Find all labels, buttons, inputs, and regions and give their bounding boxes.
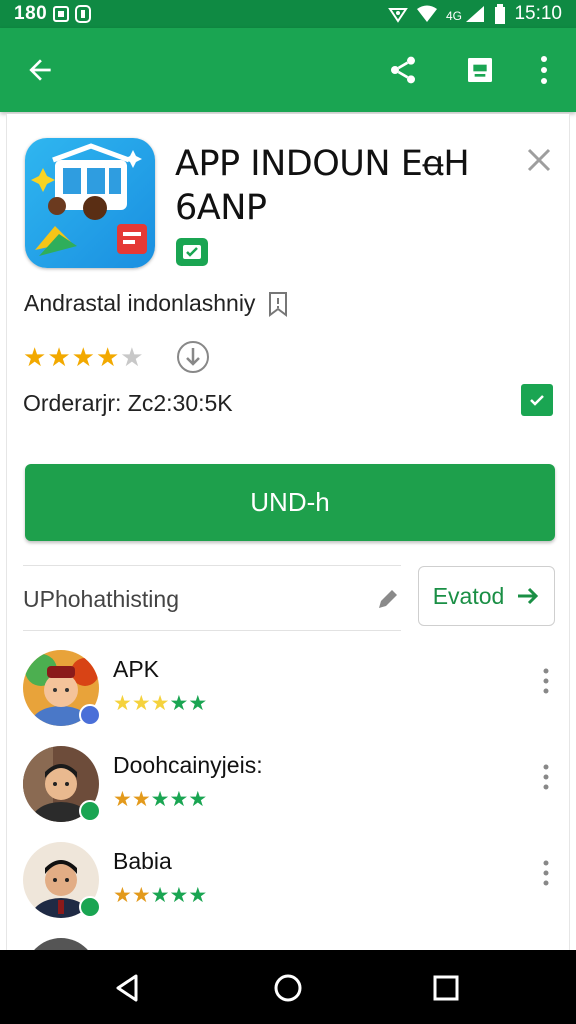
notification-icon bbox=[53, 6, 70, 22]
review-stars: ★ ★ ★ ★ ★ bbox=[113, 692, 207, 716]
check-icon bbox=[530, 395, 544, 406]
star-icon: ★ bbox=[113, 788, 132, 811]
vpn-icon bbox=[388, 8, 409, 23]
share-button[interactable] bbox=[381, 48, 425, 92]
sort-label: UPhohathisting bbox=[23, 585, 179, 612]
status-time: 15:10 bbox=[514, 3, 562, 24]
star-icon: ★ bbox=[131, 692, 151, 715]
star-icon: ★ bbox=[188, 788, 208, 811]
developer-row: Andrastal indonlashniy bbox=[24, 290, 289, 317]
back-button[interactable] bbox=[18, 48, 62, 92]
verified-check-icon bbox=[183, 245, 201, 259]
divider bbox=[23, 630, 401, 631]
divider bbox=[23, 565, 401, 566]
reviewer-avatar bbox=[25, 938, 97, 950]
more-vert-icon bbox=[541, 56, 547, 84]
review-item-partial bbox=[23, 938, 559, 950]
edit-pencil-icon[interactable] bbox=[375, 586, 401, 612]
rating-row: ★ ★ ★ ★ ★ bbox=[23, 340, 210, 374]
review-item[interactable]: APK ★ ★ ★ ★ ★ bbox=[23, 650, 559, 730]
star-icon: ★ bbox=[169, 692, 189, 715]
star-icon: ★ bbox=[150, 692, 170, 715]
star-icon: ★ bbox=[113, 692, 132, 715]
install-button[interactable]: UND-h bbox=[25, 464, 555, 541]
bookmark-button[interactable] bbox=[458, 48, 502, 92]
reviewer-badge bbox=[79, 896, 101, 918]
bookmark-icon bbox=[468, 58, 492, 82]
share-icon bbox=[391, 56, 415, 84]
more-options-button[interactable] bbox=[522, 48, 566, 92]
verified-badge bbox=[176, 238, 208, 266]
review-item[interactable]: Doohcainyjeis: ★ ★ ★ ★ ★ bbox=[23, 746, 559, 826]
reviewer-name: APK bbox=[113, 656, 160, 682]
rating-stars: ★ ★ ★ ★ ★ bbox=[23, 342, 144, 372]
nav-back-icon[interactable] bbox=[110, 970, 146, 1006]
close-icon bbox=[527, 148, 551, 172]
reviewer-badge bbox=[79, 704, 101, 726]
star-icon: ★ bbox=[113, 884, 132, 907]
review-item[interactable]: Babia ★ ★ ★ ★ ★ bbox=[23, 842, 559, 922]
star-filled-icon: ★ bbox=[95, 342, 120, 372]
status-right: 4G 15:10 bbox=[388, 3, 562, 25]
review-more-icon[interactable] bbox=[533, 666, 559, 696]
app-logo-icon bbox=[31, 143, 147, 256]
app-icon[interactable] bbox=[25, 138, 155, 268]
expand-reviews-label: Evatod bbox=[432, 582, 505, 609]
star-filled-icon: ★ bbox=[47, 342, 71, 372]
signal-icon: 4G bbox=[446, 6, 485, 23]
star-icon: ★ bbox=[188, 884, 208, 907]
app-title: APP INDOUN EꬰH 6ANP bbox=[175, 144, 470, 228]
download-icon[interactable] bbox=[176, 340, 210, 374]
star-icon: ★ bbox=[131, 884, 151, 907]
status-bar: 180 4G 15:10 bbox=[0, 0, 576, 28]
reviews-sort-row[interactable]: UPhohathisting bbox=[23, 582, 401, 616]
battery-icon bbox=[495, 4, 506, 24]
close-button[interactable] bbox=[523, 144, 555, 176]
review-more-icon[interactable] bbox=[533, 858, 559, 888]
arrow-forward-icon bbox=[518, 587, 539, 605]
reviewer-name: Babia bbox=[113, 848, 172, 874]
order-info: Orderarjr: Zc2:30:5K bbox=[23, 390, 233, 416]
star-icon: ★ bbox=[169, 788, 189, 811]
star-icon: ★ bbox=[169, 884, 189, 907]
star-empty-icon: ★ bbox=[120, 342, 144, 372]
status-left-text: 180 bbox=[14, 3, 48, 24]
star-icon: ★ bbox=[131, 788, 151, 811]
app-notification-icon bbox=[75, 5, 92, 23]
star-icon: ★ bbox=[150, 788, 170, 811]
review-stars: ★ ★ ★ ★ ★ bbox=[113, 788, 207, 812]
review-stars: ★ ★ ★ ★ ★ bbox=[113, 884, 207, 908]
developer-name[interactable]: Andrastal indonlashniy bbox=[24, 290, 255, 317]
star-icon: ★ bbox=[188, 692, 208, 715]
reviewer-badge bbox=[79, 800, 101, 822]
app-bar bbox=[0, 28, 576, 112]
system-nav-bar bbox=[0, 950, 576, 1024]
star-icon: ★ bbox=[150, 884, 170, 907]
review-more-icon[interactable] bbox=[533, 762, 559, 792]
status-left: 180 bbox=[14, 3, 92, 25]
nav-recents-icon[interactable] bbox=[428, 970, 464, 1006]
wifi-icon bbox=[417, 5, 438, 22]
arrow-back-icon bbox=[29, 59, 51, 81]
app-detail-card: APP INDOUN EꬰH 6ANP Andrastal indonlashn… bbox=[6, 114, 570, 950]
report-flag-icon[interactable] bbox=[267, 291, 289, 317]
agree-checkbox[interactable] bbox=[521, 384, 553, 416]
nav-home-icon[interactable] bbox=[270, 970, 306, 1006]
star-filled-icon: ★ bbox=[71, 342, 95, 372]
reviewer-name: Doohcainyjeis: bbox=[113, 752, 263, 778]
star-filled-icon: ★ bbox=[23, 342, 47, 372]
svg-text:4G: 4G bbox=[446, 9, 462, 23]
expand-reviews-button[interactable]: Evatod bbox=[418, 566, 555, 626]
